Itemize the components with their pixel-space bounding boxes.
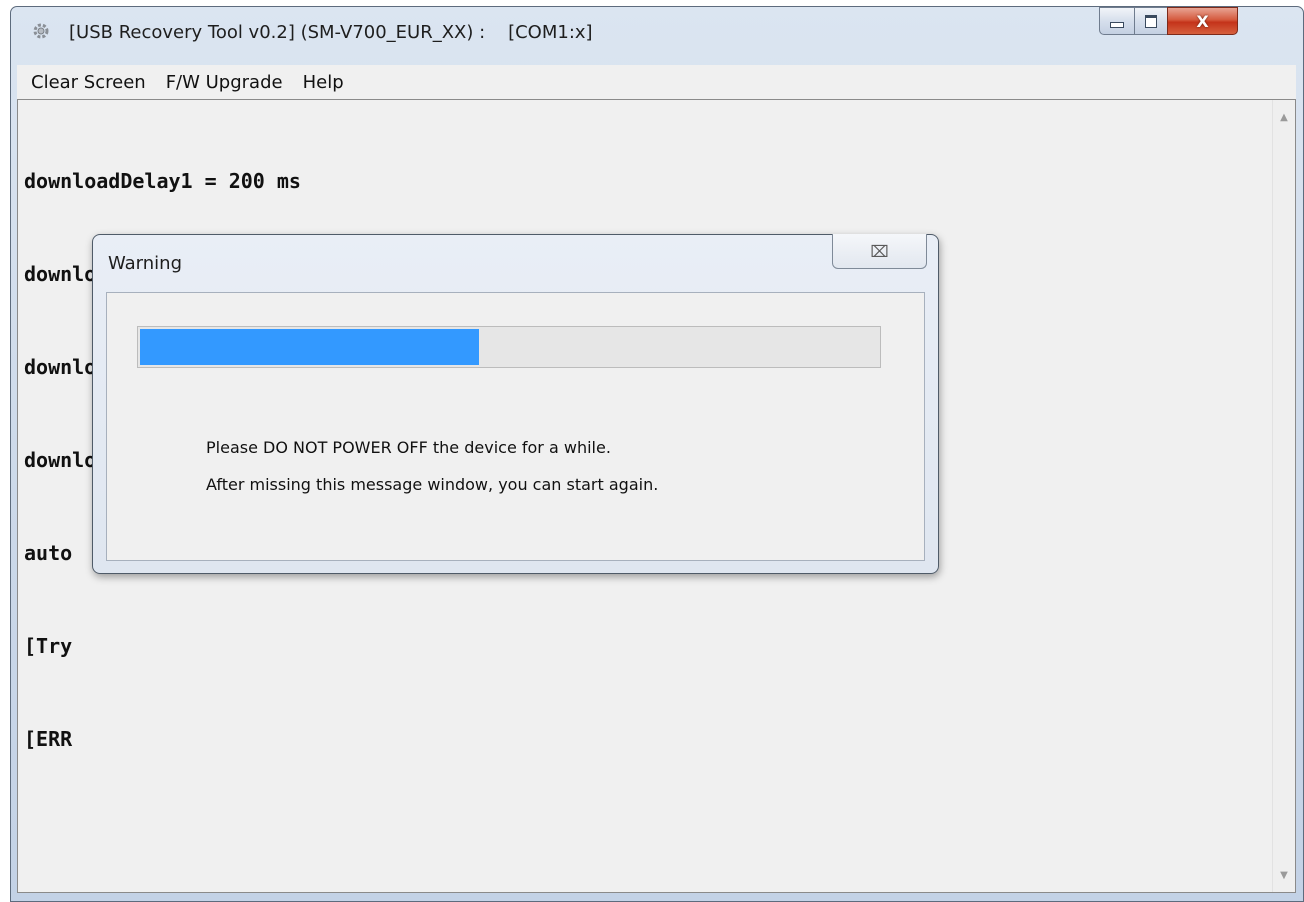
menu-bar: Clear Screen F/W Upgrade Help — [17, 65, 1296, 100]
warning-message-line1: Please DO NOT POWER OFF the device for a… — [206, 438, 611, 457]
maximize-button[interactable] — [1134, 7, 1168, 35]
dialog-close-button[interactable]: ⌧ — [832, 234, 927, 269]
scroll-up-icon[interactable]: ▲ — [1273, 106, 1295, 128]
progress-bar — [137, 326, 881, 368]
close-icon: X — [1196, 11, 1209, 31]
dialog-body: Please DO NOT POWER OFF the device for a… — [106, 292, 925, 561]
menu-fw-upgrade[interactable]: F/W Upgrade — [158, 72, 291, 93]
maximize-icon — [1145, 14, 1157, 28]
window-title: [USB Recovery Tool v0.2] (SM-V700_EUR_XX… — [69, 22, 593, 43]
close-icon: ⌧ — [870, 241, 889, 261]
warning-dialog: Warning ⌧ Please DO NOT POWER OFF the de… — [92, 234, 939, 574]
console-line: downloadDelay1 = 200 ms — [24, 169, 301, 193]
gear-icon — [33, 23, 49, 39]
progress-fill — [140, 329, 479, 365]
menu-clear-screen[interactable]: Clear Screen — [23, 72, 154, 93]
dialog-title: Warning — [108, 253, 183, 274]
close-button[interactable]: X — [1167, 7, 1238, 35]
menu-help[interactable]: Help — [295, 72, 352, 93]
console-line: [ERR — [24, 727, 73, 751]
warning-message-line2: After missing this message window, you c… — [206, 475, 659, 494]
title-bar[interactable]: [USB Recovery Tool v0.2] (SM-V700_EUR_XX… — [11, 7, 1303, 65]
scroll-down-icon[interactable]: ▼ — [1273, 864, 1295, 886]
console-line: [Try — [24, 634, 73, 658]
vertical-scrollbar[interactable]: ▲ ▼ — [1272, 100, 1295, 892]
minimize-button[interactable] — [1099, 7, 1135, 35]
minimize-icon — [1110, 22, 1124, 28]
